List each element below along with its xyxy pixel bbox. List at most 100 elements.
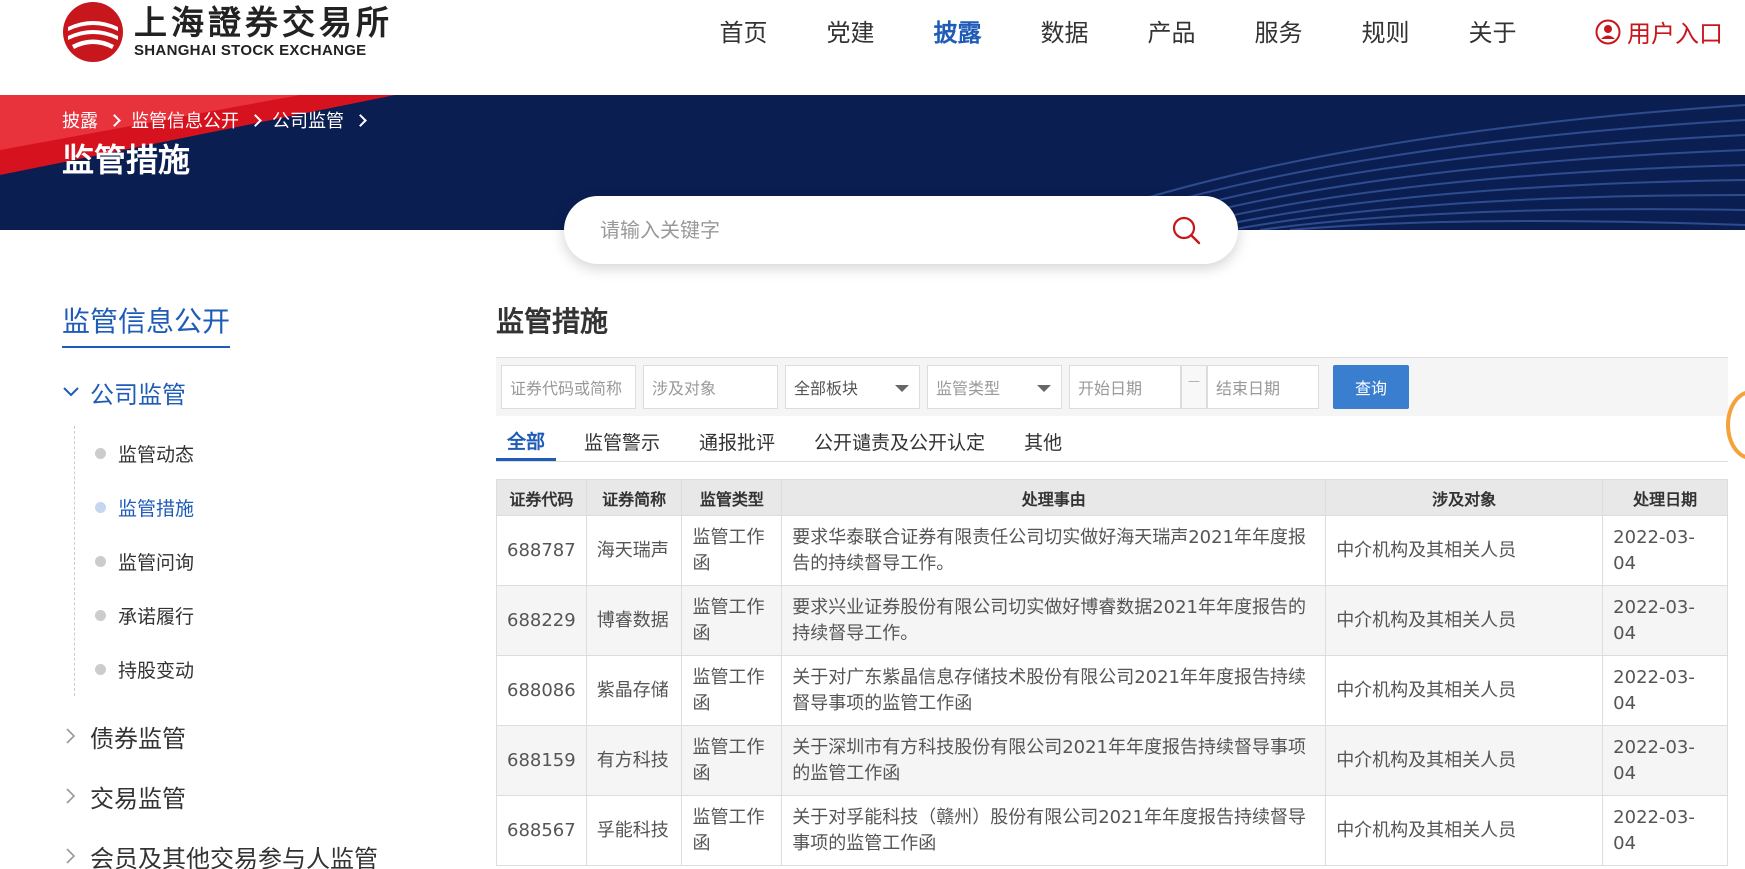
sidebar-item-label: 持股变动 [118, 659, 195, 682]
sidebar-item-holding-changes[interactable]: 持股变动 [95, 642, 422, 696]
code-field[interactable]: 证券代码或简称 [501, 365, 636, 409]
bullet-icon [95, 555, 106, 567]
nav-home[interactable]: 首页 [690, 13, 797, 48]
nav-party[interactable]: 党建 [797, 13, 904, 48]
breadcrumb-disclosure[interactable]: 披露 [62, 107, 98, 133]
breadcrumb-reg-info[interactable]: 监管信息公开 [131, 107, 239, 133]
cell-date: 2022-03-04 [1602, 655, 1728, 726]
cell-type: 监管工作函 [681, 795, 783, 866]
cell-date: 2022-03-04 [1602, 725, 1728, 796]
cell-name: 紫晶存储 [585, 655, 683, 726]
cell-type: 监管工作函 [681, 655, 783, 726]
col-header-reason: 处理事由 [781, 479, 1327, 516]
sidebar-sub-list: 监管动态 监管措施 监管问询 承诺履行 持股变动 [74, 426, 422, 696]
table-row: 688229 博睿数据 监管工作函 要求兴业证券股份有限公司切实做好博睿数据20… [496, 585, 1728, 656]
sidebar-group-label: 交易监管 [90, 784, 186, 813]
sidebar-item-commitments[interactable]: 承诺履行 [95, 588, 422, 642]
end-date-field[interactable]: 结束日期 [1207, 365, 1319, 409]
cell-reason-link[interactable]: 要求兴业证券股份有限公司切实做好博睿数据2021年年度报告的持续督导工作。 [781, 585, 1327, 656]
nav-services[interactable]: 服务 [1225, 13, 1332, 48]
sidebar-item-reg-inquiry[interactable]: 监管问询 [95, 534, 422, 588]
tab-other[interactable]: 其他 [1013, 428, 1073, 461]
nav-products[interactable]: 产品 [1118, 13, 1225, 48]
user-entry-label: 用户入口 [1627, 20, 1723, 48]
query-button[interactable]: 查询 [1333, 365, 1409, 409]
sidebar-group-company[interactable]: 公司监管 [62, 372, 422, 412]
cell-reason-link[interactable]: 要求华泰联合证券有限责任公司切实做好海天瑞声2021年年度报告的持续督导工作。 [781, 515, 1327, 586]
cell-target: 中介机构及其相关人员 [1325, 515, 1604, 586]
cell-target: 中介机构及其相关人员 [1325, 585, 1604, 656]
page-title: 监管措施 [62, 141, 191, 179]
board-select-value: 全部板块 [794, 379, 859, 398]
board-select[interactable]: 全部板块 [785, 365, 920, 409]
chevron-right-icon [62, 848, 80, 864]
cell-type: 监管工作函 [681, 725, 783, 796]
tab-warning[interactable]: 监管警示 [573, 428, 671, 461]
sidebar-group-bond[interactable]: 债券监管 [62, 716, 422, 756]
cell-target: 中介机构及其相关人员 [1325, 725, 1604, 796]
table-row: 688567 孚能科技 监管工作函 关于对孚能科技（赣州）股份有限公司2021年… [496, 795, 1728, 866]
search-icon[interactable] [1170, 214, 1202, 246]
tab-all[interactable]: 全部 [496, 427, 557, 461]
table-header-row: 证券代码 证券简称 监管类型 处理事由 涉及对象 处理日期 [496, 479, 1728, 516]
cell-code: 688229 [496, 585, 587, 656]
cell-code: 688787 [496, 515, 587, 586]
cell-name: 有方科技 [585, 725, 683, 796]
col-header-target: 涉及对象 [1325, 479, 1604, 516]
sidebar-item-label: 承诺履行 [118, 605, 195, 628]
cell-code: 688567 [496, 795, 587, 866]
site-header: 上海證券交易所 SHANGHAI STOCK EXCHANGE 首页 党建 披露… [0, 0, 1745, 95]
cell-type: 监管工作函 [681, 515, 783, 586]
cell-reason-link[interactable]: 关于对孚能科技（赣州）股份有限公司2021年年度报告持续督导事项的监管工作函 [781, 795, 1327, 866]
measures-table: 证券代码 证券简称 监管类型 处理事由 涉及对象 处理日期 688787 海天瑞… [496, 479, 1728, 866]
sidebar: 监管信息公开 公司监管 监管动态 监管措施 监管问询 承诺履行 持股变动 债券监… [62, 300, 422, 869]
sidebar-item-label: 监管措施 [118, 497, 195, 520]
bullet-icon [95, 609, 106, 621]
bullet-icon [95, 663, 106, 675]
breadcrumb-company-reg[interactable]: 公司监管 [272, 107, 344, 133]
sidebar-title[interactable]: 监管信息公开 [62, 300, 231, 348]
start-date-field[interactable]: 开始日期 [1069, 365, 1181, 409]
reg-type-select-value: 监管类型 [936, 379, 1001, 398]
caret-down-icon [895, 385, 909, 392]
sidebar-group-trading[interactable]: 交易监管 [62, 776, 422, 816]
col-header-type: 监管类型 [681, 479, 783, 516]
chevron-right-icon [62, 728, 80, 744]
target-field[interactable]: 涉及对象 [643, 365, 778, 409]
tab-public-reprimand[interactable]: 公开谴责及公开认定 [803, 428, 996, 461]
breadcrumb: 披露 监管信息公开 公司监管 [62, 107, 377, 133]
nav-rules[interactable]: 规则 [1332, 13, 1439, 48]
breadcrumb-chevron-icon [108, 113, 121, 127]
search-box [564, 196, 1238, 264]
sidebar-group-label: 债券监管 [90, 724, 186, 753]
cell-name: 博睿数据 [585, 585, 683, 656]
sse-logo[interactable]: 上海證券交易所 SHANGHAI STOCK EXCHANGE [62, 0, 393, 64]
cell-reason-link[interactable]: 关于深圳市有方科技股份有限公司2021年年度报告持续督导事项的监管工作函 [781, 725, 1327, 796]
reg-type-select[interactable]: 监管类型 [927, 365, 1062, 409]
col-header-code: 证券代码 [496, 479, 587, 516]
caret-down-icon [1037, 385, 1051, 392]
bullet-icon [95, 447, 106, 459]
nav-about[interactable]: 关于 [1439, 13, 1546, 48]
sidebar-item-label: 监管动态 [118, 443, 195, 466]
section-title: 监管措施 [496, 300, 1728, 358]
search-input[interactable] [600, 218, 1140, 242]
date-range-dash: — [1181, 365, 1207, 409]
cell-reason-link[interactable]: 关于对广东紫晶信息存储技术股份有限公司2021年年度报告持续督导事项的监管工作函 [781, 655, 1327, 726]
sidebar-item-reg-measures[interactable]: 监管措施 [95, 480, 422, 534]
nav-data[interactable]: 数据 [1011, 13, 1118, 48]
user-entry-link[interactable]: 用户入口 [1595, 14, 1723, 49]
main-content: 监管措施 证券代码或简称 涉及对象 全部板块 监管类型 开始日期 — 结束日期 … [496, 300, 1728, 866]
nav-disclosure[interactable]: 披露 [904, 13, 1011, 48]
sse-emblem-icon [63, 2, 123, 62]
tab-criticism[interactable]: 通报批评 [688, 428, 786, 461]
sidebar-item-reg-news[interactable]: 监管动态 [95, 426, 422, 480]
breadcrumb-chevron-icon [354, 113, 367, 127]
category-tabs: 全部 监管警示 通报批评 公开谴责及公开认定 其他 [496, 416, 1728, 462]
sidebar-group-members[interactable]: 会员及其他交易参与人监管 [62, 836, 422, 869]
logo-chinese-name: 上海證券交易所 [134, 3, 393, 42]
cell-name: 孚能科技 [585, 795, 683, 866]
floating-service-icon[interactable] [1726, 390, 1745, 460]
table-row: 688787 海天瑞声 监管工作函 要求华泰联合证券有限责任公司切实做好海天瑞声… [496, 515, 1728, 586]
user-icon [1595, 19, 1621, 44]
